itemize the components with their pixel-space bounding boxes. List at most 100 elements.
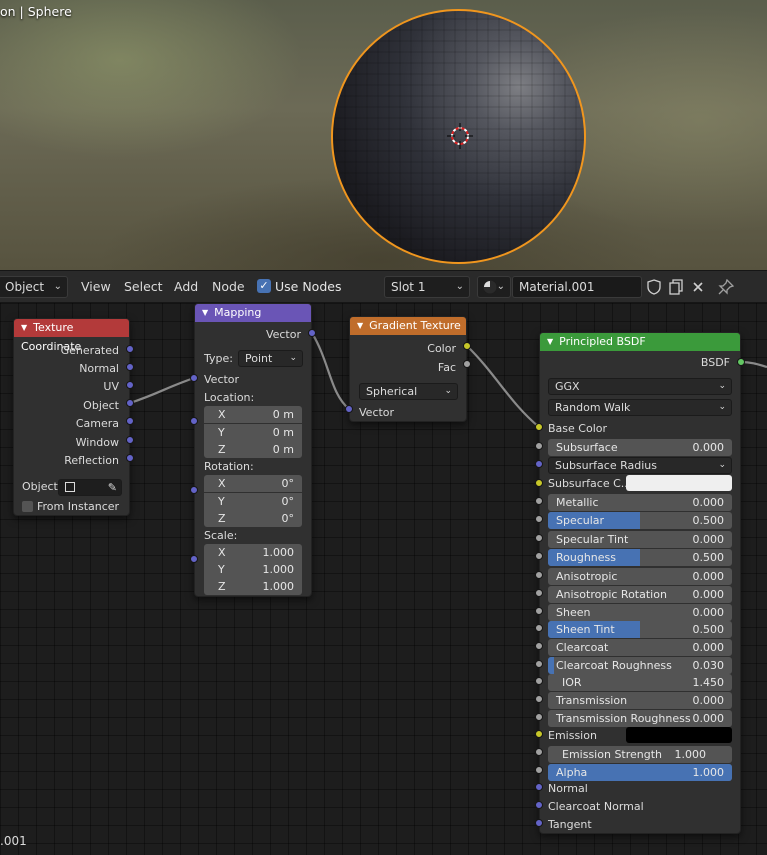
node-header[interactable]: ▼ Texture Coordinate — [14, 319, 129, 353]
socket-base-color-in[interactable] — [535, 423, 543, 431]
socket-location-in[interactable] — [190, 417, 198, 425]
eyedropper-icon[interactable]: ✎ — [108, 480, 117, 495]
use-nodes-label[interactable]: Use Nodes — [275, 279, 341, 294]
socket-mapping-vector-in[interactable] — [190, 374, 198, 382]
socket-scale-in[interactable] — [190, 555, 198, 563]
socket-transmission-roughness-in[interactable] — [535, 713, 543, 721]
collapse-arrow-icon[interactable]: ▼ — [21, 323, 27, 332]
subsurface-radius-dropdown[interactable]: Subsurface Radius ⌄ — [548, 457, 732, 474]
menu-add[interactable]: Add — [174, 279, 198, 294]
subsurface-method-dropdown[interactable]: Random Walk ⌄ — [548, 399, 732, 416]
use-nodes-checkbox[interactable]: ✓ — [257, 279, 271, 293]
socket-emission-strength-in[interactable] — [535, 748, 543, 756]
socket-transmission-in[interactable] — [535, 695, 543, 703]
mapping-type-dropdown[interactable]: Point ⌄ — [238, 350, 303, 367]
socket-rotation-in[interactable] — [190, 486, 198, 494]
clearcoat-roughness-field[interactable]: Clearcoat Roughness 0.030 — [548, 657, 732, 674]
duplicate-material-icon[interactable] — [665, 276, 687, 298]
texture-coordinate-node[interactable]: ▼ Texture Coordinate Generated Normal UV … — [13, 318, 130, 516]
socket-subsurface-in[interactable] — [535, 442, 543, 450]
socket-gradient-fac-out[interactable] — [463, 360, 471, 368]
slot-dropdown[interactable]: Slot 1 ⌄ — [384, 276, 470, 298]
menu-select[interactable]: Select — [124, 279, 163, 294]
socket-anisotropic-in[interactable] — [535, 571, 543, 579]
socket-ior-in[interactable] — [535, 677, 543, 685]
anisotropic-field[interactable]: Anisotropic 0.000 — [548, 568, 732, 585]
gradient-texture-node[interactable]: ▼ Gradient Texture Color Fac Spherical ⌄ … — [349, 316, 467, 422]
socket-object[interactable] — [126, 399, 134, 407]
socket-emission-in[interactable] — [535, 730, 543, 738]
location-z-field[interactable]: Z 0 m — [204, 441, 302, 458]
emission-strength-field[interactable]: Emission Strength 1.000 — [548, 746, 732, 763]
alpha-field[interactable]: Alpha 1.000 — [548, 764, 732, 781]
from-instancer-checkbox[interactable] — [22, 501, 33, 512]
material-browse-button[interactable]: ⌄ — [477, 276, 511, 298]
anisotropic-rotation-field[interactable]: Anisotropic Rotation 0.000 — [548, 586, 732, 603]
gradient-type-dropdown[interactable]: Spherical ⌄ — [359, 383, 458, 400]
location-x-field[interactable]: X 0 m — [204, 406, 302, 423]
transmission-roughness-field[interactable]: Transmission Roughness 0.000 — [548, 710, 732, 727]
socket-camera[interactable] — [126, 417, 134, 425]
socket-alpha-in[interactable] — [535, 766, 543, 774]
socket-subsurface-color-in[interactable] — [535, 479, 543, 487]
node-header[interactable]: ▼ Gradient Texture — [350, 317, 466, 335]
transmission-field[interactable]: Transmission 0.000 — [548, 692, 732, 709]
socket-tangent-in[interactable] — [535, 819, 543, 827]
pin-icon[interactable] — [715, 276, 737, 298]
menu-view[interactable]: View — [81, 279, 111, 294]
rotation-z-field[interactable]: Z 0° — [204, 510, 302, 527]
ior-field[interactable]: IOR 1.450 — [548, 674, 732, 691]
socket-sheen-tint-in[interactable] — [535, 624, 543, 632]
socket-anisotropic-rotation-in[interactable] — [535, 589, 543, 597]
mapping-node[interactable]: ▼ Mapping Vector Type: Point ⌄ Vector Loc… — [194, 303, 312, 597]
distribution-dropdown[interactable]: GGX ⌄ — [548, 378, 732, 395]
socket-subsurface-radius-in[interactable] — [535, 460, 543, 468]
collapse-arrow-icon[interactable]: ▼ — [357, 321, 363, 330]
clearcoat-field[interactable]: Clearcoat 0.000 — [548, 639, 732, 656]
socket-clearcoat-normal-in[interactable] — [535, 801, 543, 809]
socket-window[interactable] — [126, 436, 134, 444]
socket-sheen-in[interactable] — [535, 607, 543, 615]
fake-user-shield-icon[interactable] — [643, 276, 665, 298]
socket-reflection[interactable] — [126, 454, 134, 462]
socket-uv[interactable] — [126, 381, 134, 389]
socket-specular-in[interactable] — [535, 515, 543, 523]
editor-mode-dropdown[interactable]: Object ⌄ — [0, 276, 68, 298]
3d-viewport[interactable]: on | Sphere — [0, 0, 767, 270]
from-instancer-label[interactable]: From Instancer — [37, 500, 119, 513]
material-name-field[interactable]: Material.001 — [512, 276, 642, 298]
socket-normal[interactable] — [126, 363, 134, 371]
socket-metallic-in[interactable] — [535, 497, 543, 505]
emission-color-swatch[interactable] — [626, 727, 732, 743]
socket-bsdf-out[interactable] — [737, 358, 745, 366]
socket-specular-tint-in[interactable] — [535, 534, 543, 542]
rotation-x-field[interactable]: X 0° — [204, 475, 302, 492]
collapse-arrow-icon[interactable]: ▼ — [202, 308, 208, 317]
socket-normal-in[interactable] — [535, 783, 543, 791]
socket-gradient-color-out[interactable] — [463, 342, 471, 350]
roughness-field[interactable]: Roughness 0.500 — [548, 549, 732, 566]
sheen-field[interactable]: Sheen 0.000 — [548, 604, 732, 621]
menu-node[interactable]: Node — [212, 279, 245, 294]
socket-mapping-vector-out[interactable] — [308, 329, 316, 337]
socket-roughness-in[interactable] — [535, 552, 543, 560]
node-header[interactable]: ▼ Mapping — [195, 304, 311, 322]
scale-x-field[interactable]: X 1.000 — [204, 544, 302, 561]
socket-gradient-vector-in[interactable] — [345, 405, 353, 413]
location-y-field[interactable]: Y 0 m — [204, 424, 302, 441]
subsurface-color-swatch[interactable] — [626, 475, 732, 491]
specular-field[interactable]: Specular 0.500 — [548, 512, 732, 529]
socket-generated[interactable] — [126, 345, 134, 353]
sheen-tint-field[interactable]: Sheen Tint 0.500 — [548, 621, 732, 638]
node-editor-canvas[interactable]: ▼ Texture Coordinate Generated Normal UV … — [0, 303, 767, 855]
unlink-material-close-icon[interactable] — [687, 276, 709, 298]
socket-clearcoat-roughness-in[interactable] — [535, 660, 543, 668]
specular-tint-field[interactable]: Specular Tint 0.000 — [548, 531, 732, 548]
node-header[interactable]: ▼ Principled BSDF — [540, 333, 740, 351]
scale-z-field[interactable]: Z 1.000 — [204, 578, 302, 595]
rotation-y-field[interactable]: Y 0° — [204, 493, 302, 510]
scale-y-field[interactable]: Y 1.000 — [204, 561, 302, 578]
socket-clearcoat-in[interactable] — [535, 642, 543, 650]
object-picker-field[interactable]: ✎ — [58, 479, 122, 496]
metallic-field[interactable]: Metallic 0.000 — [548, 494, 732, 511]
